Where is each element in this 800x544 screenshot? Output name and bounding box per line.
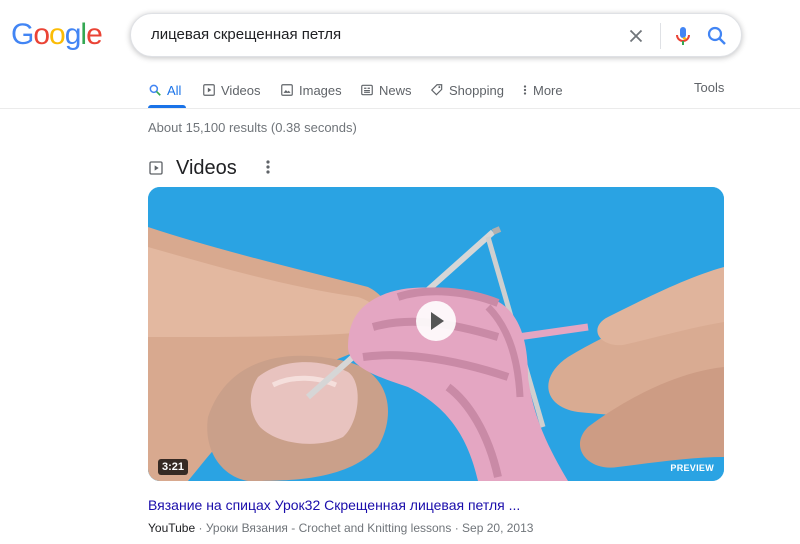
- result-stats: About 15,100 results (0.38 seconds): [148, 120, 357, 135]
- video-channel: Уроки Вязания - Crochet and Knitting les…: [205, 521, 452, 535]
- play-button[interactable]: [416, 301, 456, 341]
- logo-letter: g: [64, 18, 82, 51]
- more-vert-icon: [523, 85, 527, 95]
- news-icon: [361, 84, 373, 96]
- video-duration: 3:21: [158, 459, 189, 475]
- meta-separator: ·: [198, 521, 206, 535]
- preview-label: PREVIEW: [670, 463, 714, 473]
- tab-label: News: [379, 82, 412, 98]
- search-icon: [149, 84, 161, 96]
- video-source: YouTube: [148, 521, 196, 535]
- tab-shopping[interactable]: Shopping: [430, 74, 504, 106]
- tab-label: Videos: [221, 82, 261, 98]
- videos-section-title: Videos: [176, 156, 237, 179]
- tools-button[interactable]: Tools: [694, 80, 724, 95]
- tab-label: All: [167, 82, 182, 98]
- video-meta: YouTube · Уроки Вязания - Crochet and Kn…: [148, 521, 533, 535]
- logo-letter: o: [33, 18, 50, 51]
- image-icon: [281, 84, 293, 96]
- google-logo[interactable]: Google: [11, 18, 103, 51]
- video-title-link[interactable]: Вязание на спицах Урок32 Скрещенная лице…: [148, 497, 520, 513]
- tab-videos[interactable]: Videos: [202, 74, 261, 106]
- videos-section-header: Videos: [148, 156, 237, 180]
- tab-label: Shopping: [449, 82, 504, 98]
- video-icon: [149, 161, 163, 175]
- tab-all[interactable]: All: [148, 74, 181, 106]
- search-input[interactable]: лицевая скрещенная петля: [151, 14, 601, 56]
- video-date: Sep 20, 2013: [462, 521, 534, 535]
- logo-letter: G: [11, 18, 34, 51]
- tab-label: Images: [299, 82, 342, 98]
- search-box[interactable]: лицевая скрещенная петля: [130, 13, 742, 57]
- tab-news[interactable]: News: [360, 74, 412, 106]
- meta-separator: ·: [454, 521, 463, 535]
- tab-images[interactable]: Images: [280, 74, 342, 106]
- video-icon: [203, 84, 215, 96]
- tab-label: More: [533, 82, 563, 98]
- video-thumbnail[interactable]: 3:21 PREVIEW: [148, 187, 724, 481]
- microphone-icon[interactable]: [671, 24, 695, 48]
- logo-letter: e: [86, 18, 103, 51]
- tabs-divider: [0, 108, 800, 109]
- search-divider: [660, 23, 661, 49]
- logo-letter: o: [49, 18, 66, 51]
- tag-icon: [430, 84, 443, 96]
- search-icon[interactable]: [705, 24, 729, 48]
- tab-more[interactable]: More: [522, 74, 563, 106]
- close-icon[interactable]: [625, 25, 647, 47]
- more-options-icon[interactable]: [262, 158, 274, 176]
